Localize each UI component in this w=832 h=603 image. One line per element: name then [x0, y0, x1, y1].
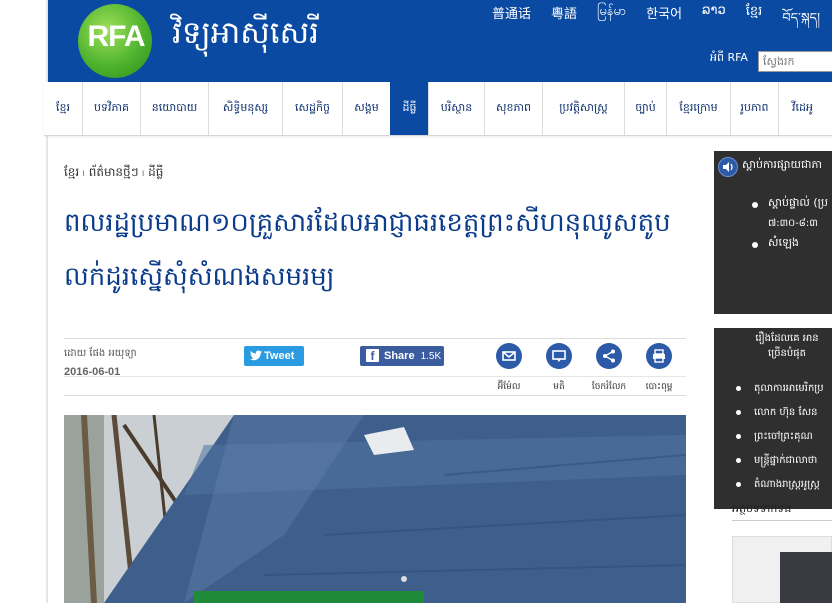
divider [64, 376, 686, 377]
nav-item-human-rights[interactable]: សិទ្ធិមនុស្ស [208, 82, 282, 135]
nav-item-economy[interactable]: សេដ្ឋកិច្ច [282, 82, 342, 135]
tweet-label: Tweet [264, 350, 295, 362]
article-photo[interactable] [64, 415, 686, 603]
comment-label[interactable]: មតិ [539, 381, 579, 394]
facebook-icon: f [366, 349, 379, 363]
most-read-list: តុលាការអាមេរិកប្រ លោក ហ៊ុន សែន ព្រះចៅព្រ… [736, 381, 824, 501]
about-rfa-link[interactable]: អំពី RFA [710, 51, 748, 67]
most-read-item[interactable]: ព្រះចៅព្រះគុណ [736, 429, 824, 453]
share-button[interactable] [596, 343, 622, 369]
nav-item-environment[interactable]: បរិស្ថាន [428, 82, 484, 135]
most-read-title: រឿងដែលគេ អានច្រើនបំផុត [755, 333, 819, 359]
nav-item-law[interactable]: ច្បាប់ [624, 82, 666, 135]
lang-link-khmer[interactable]: ខ្មែរ [746, 3, 763, 23]
nav-item-khmer-krom[interactable]: ខ្មែរក្រោម [666, 82, 730, 135]
divider [64, 395, 686, 396]
lang-link-korean[interactable]: 한국어 [646, 3, 682, 23]
lang-link-burmese[interactable]: မြန်မာ [597, 3, 626, 23]
rfa-logo-text[interactable]: RFA [79, 20, 153, 54]
most-read-item[interactable]: មន្ត្រីផ្នាក់ជាលាថា [736, 453, 824, 477]
nav-item-history[interactable]: ប្រវត្តិសាស្ត្រ [542, 82, 624, 135]
comment-button[interactable] [546, 343, 572, 369]
most-read-item[interactable]: តំណាងរាស្ត្រអូស្ត្រ [736, 477, 824, 501]
nav-item-analysis[interactable]: បទវិភាគ [82, 82, 140, 135]
tarp-stall-image [64, 415, 686, 603]
print-icon [653, 349, 665, 363]
byline: ដោយ ផែង អយុទ្យា [64, 348, 137, 359]
site-title[interactable]: វិទ្យុអាស៊ីសេរី [172, 14, 319, 59]
share-label: Share [384, 350, 415, 362]
page-left-margin [0, 0, 48, 603]
nav-item-health[interactable]: សុខភាព [484, 82, 542, 135]
nav-item-land[interactable]: ដីធ្លី [390, 82, 428, 135]
print-label[interactable]: បោះពុម្ព [639, 381, 679, 394]
speaker-icon[interactable] [718, 157, 738, 177]
nav-item-politics[interactable]: នយោបាយ [140, 82, 208, 135]
most-read-item[interactable]: លោក ហ៊ុន សែន [736, 405, 824, 429]
lang-link-cantonese[interactable]: 粵語 [551, 3, 577, 23]
print-button[interactable] [646, 343, 672, 369]
share-icon [603, 349, 615, 363]
article-headline: ពលរដ្ឋប្រមាណ១០គ្រួសារដែលអាជ្ញាធរខេត្តព្រ… [64, 208, 671, 292]
search-input[interactable]: ស្វែងរក [758, 51, 832, 72]
twitter-bird-icon [250, 350, 262, 361]
listen-audio-link[interactable]: សំឡេង [752, 236, 828, 256]
lang-link-lao[interactable]: ລາວ [702, 3, 726, 23]
lang-link-mandarin[interactable]: 普通话 [492, 3, 531, 23]
nav-item-video[interactable]: វីដេអូ [778, 82, 826, 135]
share-count: 1.5K [420, 351, 442, 362]
language-switcher: 普通话 粵語 မြန်မာ 한국어 ລາວ ខ្មែរ བོད་སྐད། [492, 3, 832, 26]
nav-item-society[interactable]: សង្គម [342, 82, 390, 135]
breadcrumb[interactable]: ខ្មែរ ၊ ព័ត៌មានថ្មីៗ ၊ ដីធ្លី [64, 164, 163, 182]
divider [64, 338, 686, 339]
nav-item-photos[interactable]: រូបភាព [730, 82, 778, 135]
main-nav: ខ្មែរ បទវិភាគ នយោបាយ សិទ្ធិមនុស្ស សេដ្ឋក… [44, 82, 832, 136]
related-articles-title: អត្ថបទទាក់ទង [732, 502, 792, 515]
listen-live-link[interactable]: ស្ដាប់ផ្ទាល់ (ប្រ [752, 196, 828, 216]
listen-title: ស្ដាប់ការផ្សាយជាភា [742, 158, 822, 171]
most-read-item[interactable]: តុលាការអាមេរិកប្រ [736, 381, 824, 405]
email-label[interactable]: អ៊ីម៉ែល [489, 381, 529, 394]
email-button[interactable] [496, 343, 522, 369]
site-header: RFA វិទ្យុអាស៊ីសេរី 普通话 粵語 မြန်မာ 한국어 ລາ… [48, 0, 832, 82]
comment-icon [552, 350, 566, 362]
listen-list: ស្ដាប់ផ្ទាល់ (ប្រ ៧:៣០-៨:៣ សំឡេង [752, 196, 828, 256]
facebook-share-button[interactable]: f Share 1.5K [360, 346, 444, 366]
divider [732, 520, 832, 521]
lang-link-tibetan[interactable]: བོད་སྐད། [782, 3, 820, 26]
share-tool-label[interactable]: ចែករំលែក [589, 381, 629, 394]
email-icon [502, 351, 516, 361]
nav-item-khmer[interactable]: ខ្មែរ [44, 82, 82, 135]
listen-live-time: ៧:៣០-៨:៣ [768, 218, 818, 229]
tweet-button[interactable]: Tweet [244, 346, 304, 366]
related-article-thumbnail[interactable] [780, 552, 832, 603]
